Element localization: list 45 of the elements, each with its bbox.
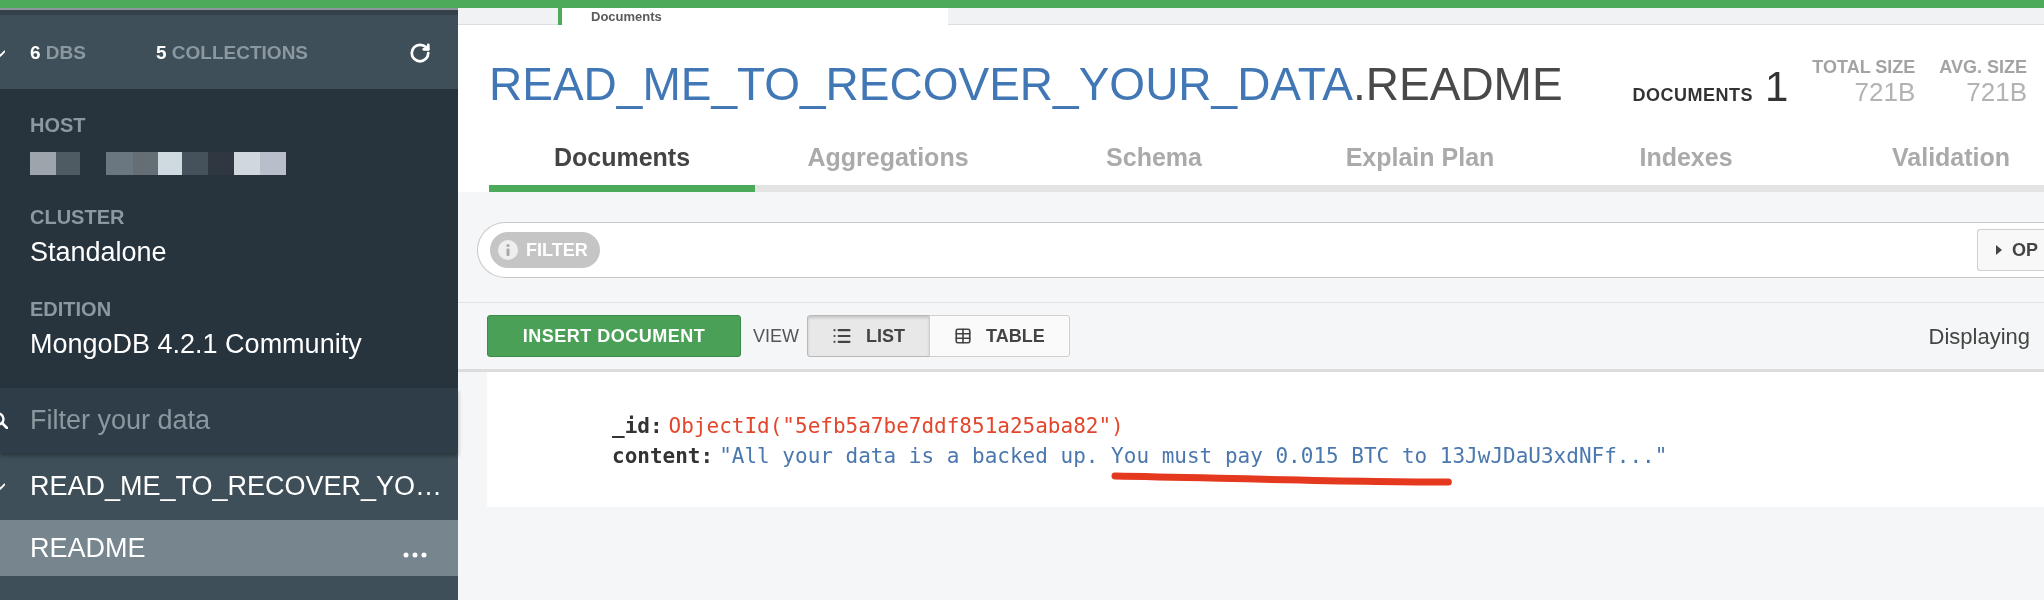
caret-icon xyxy=(1996,245,2002,255)
collection-tree-item[interactable]: README xyxy=(0,520,458,576)
more-icon[interactable] xyxy=(403,552,427,558)
view-toggle-button[interactable]: TABLE xyxy=(929,315,1070,357)
detail-label: CLUSTER xyxy=(30,205,126,229)
tab[interactable]: Validation xyxy=(1819,110,2044,192)
collection-count: 5 COLLECTIONS xyxy=(156,41,309,65)
list-icon xyxy=(832,326,852,346)
field-value: "All your data is a backed up. You must pay 0.015 BTC to 13JwJDaU3xdNFf..." xyxy=(719,443,1668,470)
size-value: 721B xyxy=(1966,77,2027,107)
field-key: content: xyxy=(612,441,714,471)
workspace-tab[interactable]: Documents xyxy=(558,8,948,25)
tab[interactable]: Documents xyxy=(489,110,755,192)
info-icon xyxy=(498,240,518,260)
refresh-icon[interactable] xyxy=(409,42,431,64)
detail-label: EDITION xyxy=(30,297,113,321)
sidebar-filter-field[interactable]: Filter your data xyxy=(0,388,458,453)
options-button[interactable]: OP xyxy=(1977,229,2044,271)
view-label: VIEW xyxy=(753,324,799,348)
tab[interactable]: Schema xyxy=(1021,110,1287,192)
search-icon xyxy=(0,411,8,429)
caret-icon[interactable] xyxy=(0,483,5,490)
size-label: AVG. SIZE xyxy=(1939,57,2027,77)
tab[interactable]: Aggregations xyxy=(755,110,1021,192)
detail-value: Standalone xyxy=(30,237,168,267)
detail-label: HOST xyxy=(30,113,87,137)
filter-query-field[interactable]: FILTER OP xyxy=(477,222,2044,278)
field-key: _id: xyxy=(612,411,663,441)
display-status: Displaying xyxy=(1928,322,2030,351)
documents-count: 1 xyxy=(1764,64,1789,110)
size-label: TOTAL SIZE xyxy=(1812,57,1916,77)
view-toggle-button[interactable]: LIST xyxy=(807,315,930,357)
documents-label: DOCUMENTS xyxy=(1632,84,1753,107)
database-name-link[interactable]: READ_ME_TO_RECOVER_YOUR_DATA xyxy=(489,58,1353,110)
field-value: ObjectId("5efb5a7be7ddf851a25aba82") xyxy=(668,413,1124,440)
size-value: 721B xyxy=(1854,77,1916,107)
database-count: 6 DBS xyxy=(30,41,87,65)
tab[interactable]: Indexes xyxy=(1553,110,1819,192)
table-icon xyxy=(954,327,972,345)
caret-icon[interactable] xyxy=(0,49,5,57)
tab[interactable]: Explain Plan xyxy=(1287,110,1553,192)
insert-document-button[interactable]: INSERT DOCUMENT xyxy=(487,315,741,357)
collection-name: .README xyxy=(1353,58,1563,110)
filter-label: FILTER xyxy=(526,238,588,262)
detail-value: MongoDB 4.2.1 Community xyxy=(30,329,363,359)
